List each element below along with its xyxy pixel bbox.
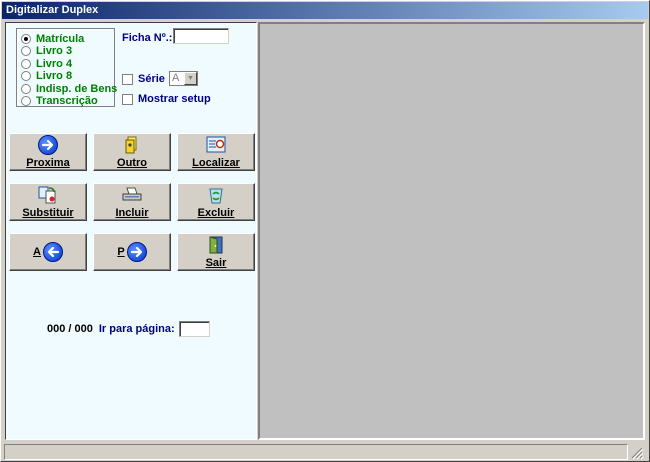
radio-matricula[interactable]: Matrícula [21,33,84,45]
page-count: 000 / 000 [47,323,93,335]
mostrar-setup-label: Mostrar setup [138,93,211,105]
control-panel: Matrícula Livro 3 Livro 4 Livro 8 Indisp… [5,22,257,440]
radio-label: Indisp. de Bens [36,83,118,95]
radio-button[interactable] [21,71,31,81]
incluir-button[interactable]: Incluir [93,183,171,221]
proxima-button-label: Proxima [26,157,70,169]
status-bar [4,444,646,460]
serie-checkbox[interactable] [122,74,133,85]
radio-button[interactable] [21,59,31,69]
serie-select-value: A [172,72,180,84]
anterior-button[interactable]: A [9,233,87,271]
incluir-button-label: Incluir [115,207,149,219]
radio-button[interactable] [21,84,31,94]
arrow-right-circle-icon [126,242,147,262]
radio-livro-3[interactable]: Livro 3 [21,45,72,57]
localizar-button[interactable]: Localizar [177,133,255,171]
recycle-bin-icon [209,188,223,204]
sair-button[interactable]: Sair [177,233,255,271]
find-document-icon [206,136,226,153]
radio-label: Transcrição [36,95,98,107]
radio-transcricao[interactable]: Transcrição [21,95,98,107]
exit-door-icon [209,236,223,254]
document-stack-icon [125,136,137,154]
substituir-button[interactable]: Substituir [9,183,87,221]
size-grip[interactable] [628,444,646,460]
substituir-button-label: Substituir [22,207,74,219]
chevron-down-icon[interactable]: ▼ [184,72,197,85]
ficha-input[interactable] [173,28,229,44]
radio-livro-4[interactable]: Livro 4 [21,58,72,70]
status-pane [4,444,628,460]
ficha-label: Ficha Nº.: [122,32,173,44]
arrow-left-circle-icon [42,242,63,262]
posterior-button[interactable]: P [93,233,171,271]
radio-livro-8[interactable]: Livro 8 [21,70,72,82]
radio-label: Livro 8 [36,70,73,82]
radio-label: Matrícula [36,33,85,45]
serie-select[interactable]: A ▼ [169,71,198,86]
book-type-radio-group: Matrícula Livro 3 Livro 4 Livro 8 Indisp… [16,28,117,107]
serie-label: Série [138,73,165,85]
main-window: Digitalizar Duplex Matrícula Livro 3 Liv… [0,0,650,462]
localizar-button-label: Localizar [192,157,240,169]
outro-button[interactable]: Outro [93,133,171,171]
scanner-icon [122,187,142,201]
go-to-page-input[interactable] [178,321,210,337]
scan-preview-area[interactable] [258,22,645,440]
radio-label: Livro 4 [36,58,73,70]
excluir-button[interactable]: Excluir [177,183,255,221]
sair-button-label: Sair [205,257,227,269]
go-to-page-label: Ir para página: [98,323,175,335]
excluir-button-label: Excluir [197,207,235,219]
radio-button[interactable] [21,34,31,44]
proxima-button[interactable]: Proxima [9,133,87,171]
title-bar: Digitalizar Duplex [2,2,648,19]
radio-button[interactable] [21,96,31,106]
replace-icon [38,186,56,204]
radio-label: Livro 3 [36,45,73,57]
outro-button-label: Outro [117,157,147,169]
page-navigator: 000 / 000 Ir para página: [47,321,210,337]
mostrar-setup-checkbox[interactable] [122,94,133,105]
posterior-button-label: P [117,246,125,258]
anterior-button-label: A [33,246,41,258]
radio-button[interactable] [21,46,31,56]
radio-indisp-bens[interactable]: Indisp. de Bens [21,83,117,95]
resize-grip-icon[interactable] [628,444,644,460]
arrow-right-circle-icon [38,135,58,155]
